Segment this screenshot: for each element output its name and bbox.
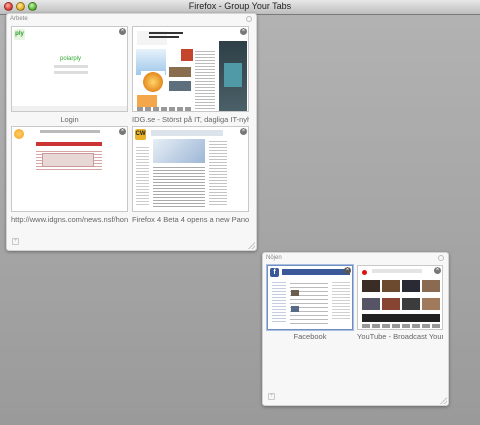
sidebar-teal-block (224, 63, 242, 87)
facebook-photo (291, 290, 299, 296)
facebook-photo (291, 306, 299, 312)
article-text (195, 49, 215, 109)
tab-thumbnail[interactable]: ply polarply (11, 26, 128, 112)
video-thumb (402, 298, 420, 310)
article-image (169, 81, 191, 91)
ply-logo-icon: ply (14, 29, 25, 40)
headline-text (149, 32, 183, 34)
video-thumb (382, 298, 400, 310)
tab-thumbnail[interactable] (357, 265, 443, 330)
ad-image (141, 71, 165, 93)
tab-idg[interactable]: × IDG.se - Störst på IT, dagliga IT-nyh (132, 26, 249, 125)
youtube-icon (360, 268, 369, 277)
group-resize-handle[interactable] (440, 397, 447, 404)
featured-strip (362, 314, 440, 322)
page-header-bar (151, 130, 223, 136)
new-tab-icon[interactable]: + (12, 238, 19, 245)
tab-title: IDG.se - Störst på IT, dagliga IT-nyh (132, 115, 249, 124)
youtube-header (372, 269, 422, 273)
tab-youtube[interactable]: × YouTube - Broadcast Yours (357, 265, 443, 343)
tab-close-icon[interactable]: × (240, 28, 247, 35)
video-text (362, 324, 440, 328)
article-image (181, 49, 193, 61)
tab-close-icon[interactable]: × (119, 128, 126, 135)
tab-idgns[interactable]: × http://www.idgns.com/news.nsf/hon (11, 126, 128, 225)
facebook-icon: f (270, 268, 279, 277)
tab-title: Login (60, 115, 79, 124)
orange-badge (137, 95, 157, 107)
tab-title: Firefox 4 Beta 4 opens a new Panora (132, 215, 249, 224)
video-thumb (402, 280, 420, 292)
group-resize-handle[interactable] (248, 242, 255, 249)
tab-title: http://www.idgns.com/news.nsf/hon (11, 215, 128, 224)
tab-close-icon[interactable]: × (240, 128, 247, 135)
page-footer (12, 106, 127, 111)
page-logo-text: polarply (60, 56, 82, 62)
facebook-feed (290, 280, 328, 326)
tab-thumbnail[interactable]: f (267, 265, 353, 330)
tab-title: Facebook (293, 332, 327, 341)
video-thumb (362, 298, 380, 310)
new-tab-icon[interactable]: + (268, 393, 275, 400)
login-field (54, 71, 88, 74)
article-text (137, 107, 192, 111)
article-text (153, 165, 205, 209)
page-content-box (42, 153, 94, 167)
tab-title: YouTube - Broadcast Yours (357, 332, 443, 341)
cw-logo-icon: CW (135, 129, 146, 140)
tab-firefox-beta[interactable]: CW × Firefox 4 Beta 4 opens a new Panora (132, 126, 249, 225)
facebook-topbar (282, 269, 350, 275)
tab-facebook[interactable]: f × Facebook (267, 265, 353, 343)
group-title[interactable]: Nöjen (266, 255, 282, 261)
tab-group-nojen[interactable]: Nöjen f × Facebook × YouTube - Broadcast… (262, 252, 449, 406)
window-title: Firefox - Group Your Tabs (188, 1, 292, 11)
group-close-icon[interactable] (246, 16, 252, 22)
video-thumb (422, 280, 440, 292)
video-thumb (362, 280, 380, 292)
login-field (54, 65, 88, 68)
tab-thumbnail[interactable] (132, 26, 249, 112)
facebook-right-column (332, 280, 350, 320)
article-image (169, 67, 191, 77)
facebook-sidebar (272, 280, 286, 324)
headline-text (149, 36, 179, 38)
group-title[interactable]: Arbete (10, 16, 28, 22)
article-image (153, 139, 205, 163)
tab-group-arbete[interactable]: Arbete ply polarply × Login × IDG.se - S… (6, 13, 257, 251)
sidebar-text (209, 139, 227, 207)
tab-login[interactable]: ply polarply × Login (11, 26, 128, 125)
tab-thumbnail[interactable]: CW (132, 126, 249, 212)
left-column-text (136, 145, 149, 205)
tab-thumbnail[interactable] (11, 126, 128, 212)
tab-close-icon[interactable]: × (434, 267, 441, 274)
tab-close-icon[interactable]: × (119, 28, 126, 35)
video-thumb (382, 280, 400, 292)
page-header-bar (40, 130, 100, 133)
orange-circle-icon (14, 129, 24, 139)
video-thumb (422, 298, 440, 310)
page-title-bar (36, 142, 102, 146)
group-close-icon[interactable] (438, 255, 444, 261)
tab-close-icon[interactable]: × (344, 267, 351, 274)
